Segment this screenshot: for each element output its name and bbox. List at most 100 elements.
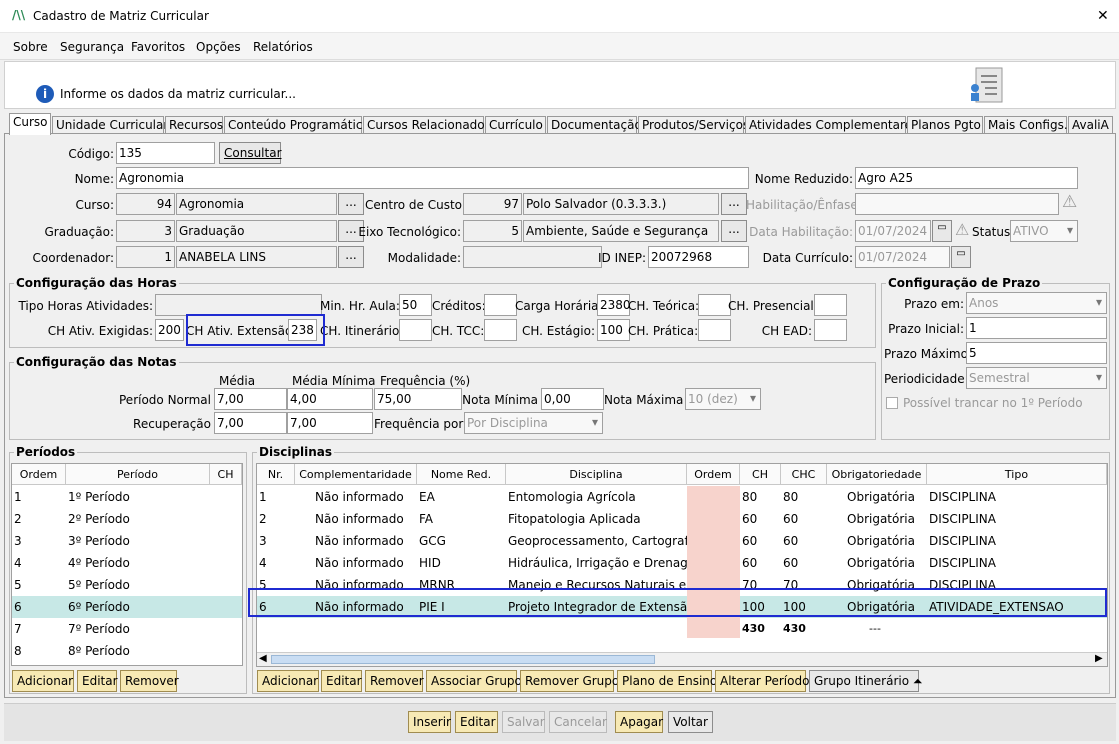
centro-custo-lookup-button[interactable]: ... [721,193,747,215]
associar-grupo-button[interactable]: Associar Grupo [426,670,522,692]
eixo-code-field[interactable]: 5 [463,220,522,242]
editar-button[interactable]: Editar [455,711,498,733]
scroll-right-icon[interactable]: ▶ [1095,653,1103,664]
menu-sobre[interactable]: Sobre [13,40,48,54]
ch-teorica-field[interactable] [698,294,731,316]
nome-field[interactable]: Agronomia [116,167,749,189]
plano-ensino-button[interactable]: Plano de Ensino [617,670,717,692]
periodos-editar-button[interactable]: Editar [77,670,118,692]
recup-media-minima-field[interactable]: 7,00 [287,412,373,434]
periodos-col-periodo[interactable]: Período [66,464,210,485]
ch-ativ-extensao-field[interactable]: 238 [288,319,317,341]
inserir-button[interactable]: Inserir [408,711,451,733]
graduacao-code-field[interactable]: 3 [116,220,175,242]
curso-lookup-button[interactable]: ... [338,193,364,215]
tab-curso[interactable]: Curso [9,113,51,135]
periodos-col-ordem[interactable]: Ordem [12,464,66,485]
disciplinas-adicionar-button[interactable]: Adicionar [257,670,319,692]
coordenador-lookup-button[interactable]: ... [338,246,364,268]
status-select[interactable]: ATIVO [1010,220,1078,242]
disciplina-row[interactable]: 6 Não informado PIE I Projeto Integrador de… [257,596,1107,618]
periodo-row[interactable]: 5 5º Período [12,574,242,596]
ch-pratica-field[interactable] [698,319,731,341]
carga-horaria-field[interactable]: 2380 [597,294,630,316]
habilitacao-field[interactable] [855,193,1059,215]
prazo-maximo-field[interactable]: 5 [966,342,1107,364]
frequencia-por-select[interactable]: Por Disciplina [464,412,603,434]
disciplina-row[interactable]: 5 Não informado MRNR Manejo e Recursos Natu… [257,574,1107,596]
disciplinas-remover-button[interactable]: Remover [365,670,424,692]
menu-relatorios[interactable]: Relatórios [253,40,313,54]
disciplinas-col-nr[interactable]: Nr. [257,464,295,485]
tipo-horas-field[interactable] [155,294,322,316]
nota-minima-field[interactable]: 0,00 [541,388,604,410]
disciplina-row[interactable]: 2 Não informado FA Fitopatologia Aplicada 60… [257,508,1107,530]
menu-favoritos[interactable]: Favoritos [131,40,185,54]
ch-presencial-field[interactable] [814,294,847,316]
ch-estagio-field[interactable]: 100 [597,319,630,341]
alterar-periodo-button[interactable]: Alterar Período [715,670,809,692]
salvar-button[interactable]: Salvar [502,711,545,733]
disciplina-row[interactable]: 4 Não informado HID Hidráulica, Irrigação e… [257,552,1107,574]
eixo-lookup-button[interactable]: ... [721,220,747,242]
voltar-button[interactable]: Voltar [668,711,713,733]
periodo-row[interactable]: 8 8º Período [12,640,242,662]
cancelar-button[interactable]: Cancelar [549,711,607,733]
disciplinas-col-disciplina[interactable]: Disciplina [506,464,687,485]
modalidade-field[interactable] [463,246,602,268]
disciplinas-col-ch[interactable]: CH [740,464,781,485]
ch-tcc-field[interactable] [484,319,517,341]
min-hr-aula-field[interactable]: 50 [399,294,432,316]
horizontal-scrollbar[interactable]: ◀ ▶ [257,652,1107,666]
scroll-left-icon[interactable]: ◀ [259,653,267,664]
close-icon[interactable]: ✕ [1097,8,1109,24]
coordenador-code-field[interactable]: 1 [116,246,175,268]
recup-media-field[interactable]: 7,00 [214,412,287,434]
normal-media-field[interactable]: 7,00 [214,388,287,410]
calendar-icon-2[interactable]: ▭ [951,246,971,268]
menu-opcoes[interactable]: Opções [196,40,241,54]
periodo-row[interactable]: 7 7º Período [12,618,242,640]
prazo-em-select[interactable]: Anos [966,292,1107,314]
disciplinas-col-tipo[interactable]: Tipo [927,464,1107,485]
nome-reduzido-field[interactable]: Agro A25 [855,167,1078,189]
codigo-field[interactable]: 135 [116,142,215,164]
ch-itinerario-field[interactable] [399,319,432,341]
centro-custo-code-field[interactable]: 97 [463,193,522,215]
data-curriculo-field[interactable]: 01/07/2024 [855,246,950,268]
periodo-row[interactable]: 3 3º Período [12,530,242,552]
prazo-inicial-field[interactable]: 1 [966,317,1107,339]
curso-code-field[interactable]: 94 [116,193,175,215]
disciplinas-col-obrigatoriedade[interactable]: Obrigatoriedade [827,464,927,485]
periodo-row[interactable]: 1 1º Período [12,486,242,508]
disciplinas-col-ordem[interactable]: Ordem [687,464,740,485]
periodo-row[interactable]: 6 6º Período [12,596,242,618]
trancar-checkbox[interactable] [886,397,898,409]
periodos-adicionar-button[interactable]: Adicionar [12,670,74,692]
normal-frequencia-field[interactable]: 75,00 [374,388,462,410]
menu-seguranca[interactable]: Segurança [60,40,124,54]
disciplina-row[interactable]: 1 Não informado EA Entomologia Agrícola 80 80… [257,486,1107,508]
ch-ativ-exigidas-field[interactable]: 200 [155,319,184,341]
remover-grupo-button[interactable]: Remover Grupo [520,670,619,692]
normal-media-minima-field[interactable]: 4,00 [287,388,373,410]
grupo-itinerario-button[interactable]: Grupo Itinerário ⏶ [809,670,923,692]
disciplinas-col-nome-red[interactable]: Nome Red. [417,464,506,485]
disciplinas-editar-button[interactable]: Editar [321,670,362,692]
periodo-row[interactable]: 4 4º Período [12,552,242,574]
scroll-thumb[interactable] [271,655,655,664]
periodo-row[interactable]: 2 2º Período [12,508,242,530]
ch-ead-field[interactable] [814,319,847,341]
periodicidade-select[interactable]: Semestral [966,367,1107,389]
consultar-button[interactable]: Consultar [219,142,282,164]
apagar-button[interactable]: Apagar [615,711,663,733]
creditos-field[interactable] [484,294,517,316]
nota-maxima-select[interactable]: 10 (dez) [685,388,761,410]
disciplinas-col-chc[interactable]: CHC [781,464,827,485]
disciplinas-col-complementaridade[interactable]: Complementaridade [295,464,417,485]
inep-field[interactable]: 20072968 [648,246,749,268]
periodos-remover-button[interactable]: Remover [120,670,179,692]
data-habilitacao-field[interactable]: 01/07/2024 [855,220,931,242]
calendar-icon[interactable]: ▭ [932,220,952,242]
disciplina-row[interactable]: 3 Não informado GCG Geoprocessamento, Carto… [257,530,1107,552]
